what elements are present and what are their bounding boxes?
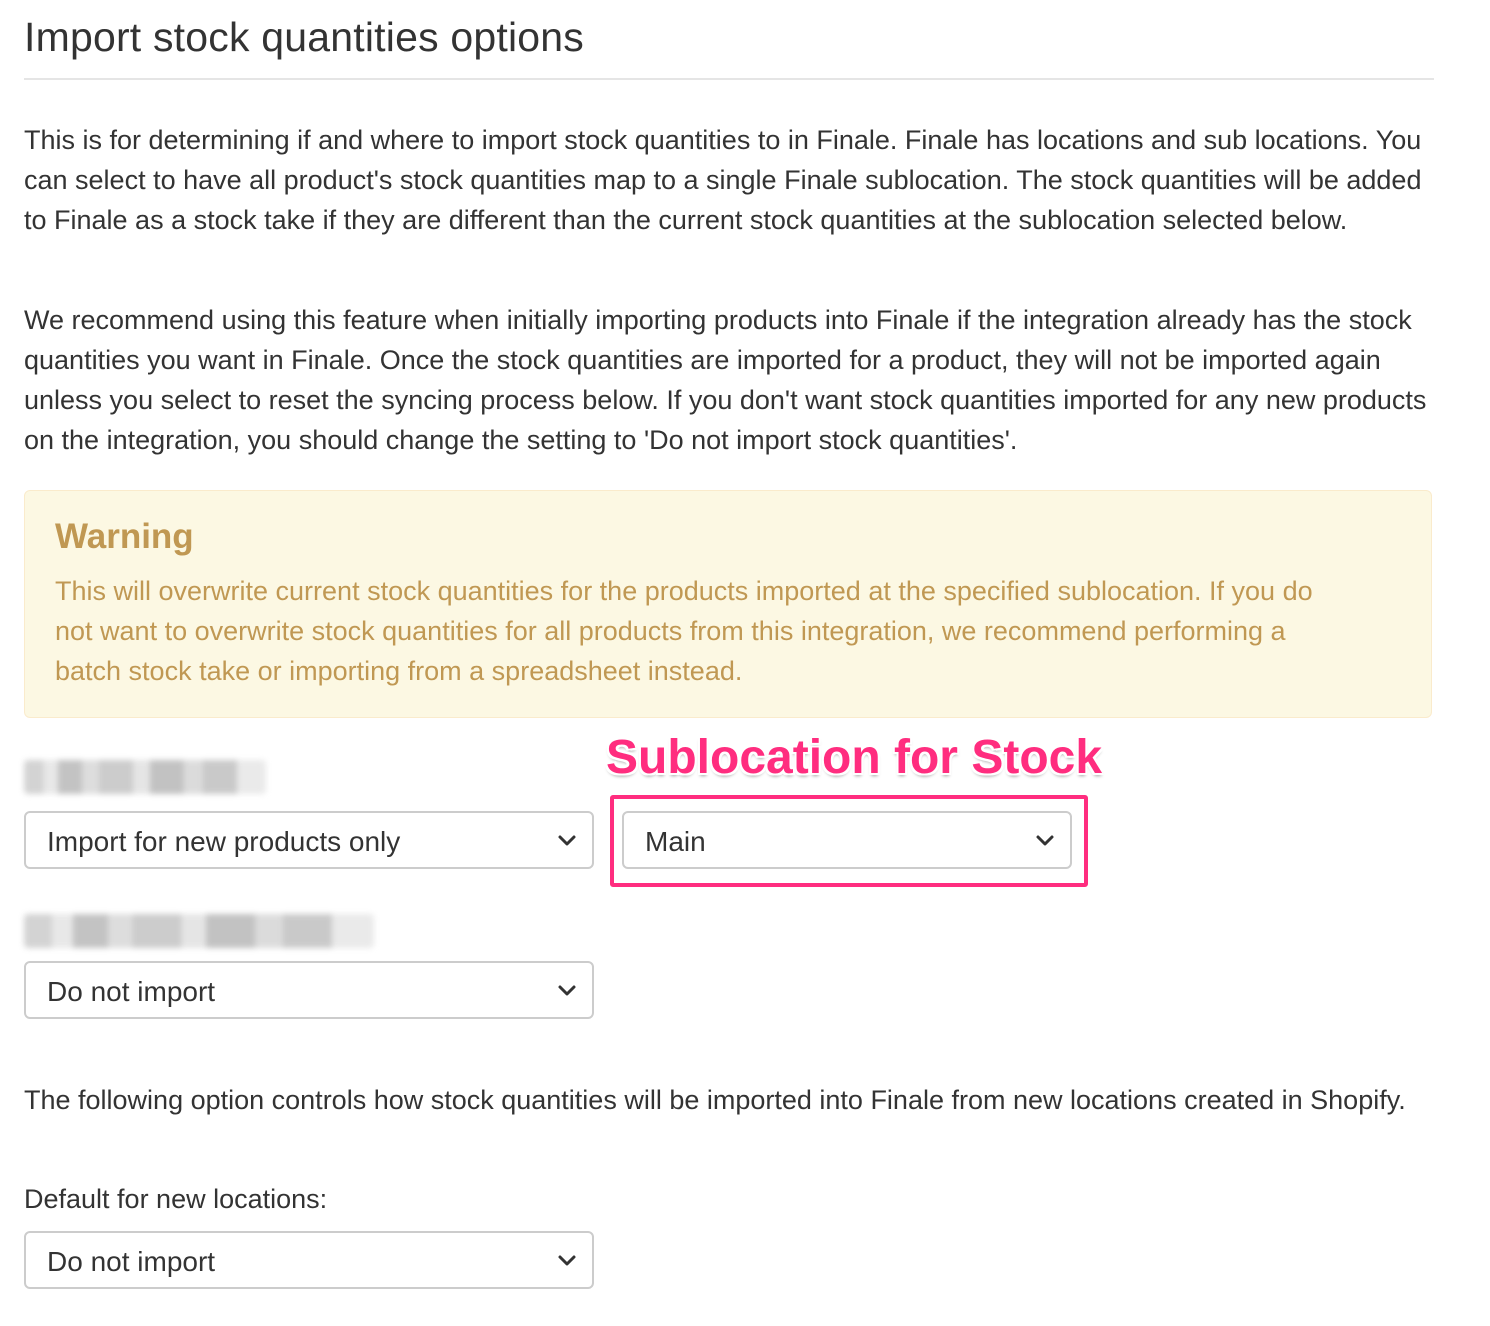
second-import-select[interactable]: Do not import bbox=[24, 961, 594, 1019]
redacted-label bbox=[24, 760, 266, 794]
import-stock-select-value: Import for new products only bbox=[47, 826, 401, 857]
new-locations-select-value: Do not import bbox=[47, 1246, 216, 1277]
warning-title: Warning bbox=[55, 517, 194, 556]
warning-text: This will overwrite current stock quanti… bbox=[55, 576, 1313, 686]
chevron-down-icon bbox=[1036, 835, 1054, 846]
sublocation-select[interactable]: Main bbox=[622, 811, 1072, 869]
warning-alert: Warning This will overwrite current stoc… bbox=[24, 490, 1432, 718]
new-locations-label: Default for new locations: bbox=[24, 1184, 328, 1214]
annotation-label: Sublocation for Stock bbox=[606, 731, 1103, 784]
recommend-paragraph: We recommend using this feature when ini… bbox=[24, 305, 1427, 455]
chevron-down-icon bbox=[558, 985, 576, 996]
intro-paragraph: This is for determining if and where to … bbox=[24, 125, 1422, 235]
new-locations-description: The following option controls how stock … bbox=[24, 1085, 1406, 1115]
page-title: Import stock quantities options bbox=[24, 14, 584, 60]
second-import-select-value: Do not import bbox=[47, 976, 216, 1007]
chevron-down-icon bbox=[558, 1255, 576, 1266]
title-divider bbox=[24, 78, 1434, 80]
sublocation-select-value: Main bbox=[645, 826, 706, 857]
new-locations-select[interactable]: Do not import bbox=[24, 1231, 594, 1289]
redacted-label bbox=[24, 914, 374, 948]
import-stock-select[interactable]: Import for new products only bbox=[24, 811, 594, 869]
chevron-down-icon bbox=[558, 835, 576, 846]
